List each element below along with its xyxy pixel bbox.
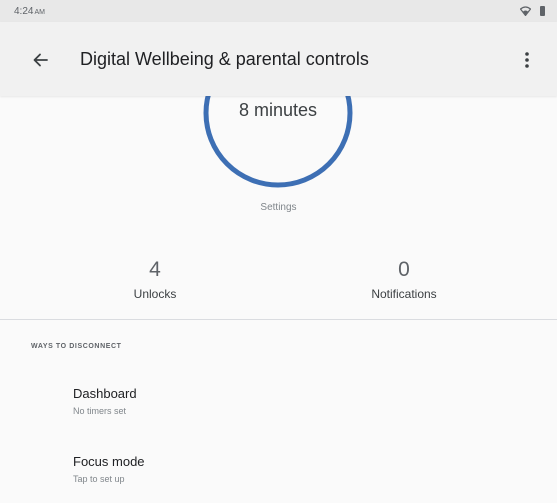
more-options-button[interactable]	[515, 46, 539, 74]
usage-time-value: 8 minutes	[238, 100, 318, 120]
dashboard-item[interactable]: Dashboard No timers set	[0, 380, 557, 430]
page-title: Digital Wellbeing & parental controls	[80, 49, 369, 69]
focus-mode-title: Focus mode	[73, 454, 145, 469]
more-vert-icon	[525, 52, 529, 68]
back-button[interactable]	[26, 46, 54, 74]
status-time-ampm: AM	[34, 8, 45, 16]
ways-to-disconnect-header: WAYS TO DISCONNECT	[31, 343, 122, 350]
unlocks-count: 4	[149, 258, 161, 281]
notifications-count: 0	[398, 258, 410, 281]
status-time-value: 4:24	[14, 5, 34, 17]
unlocks-label: Unlocks	[133, 287, 177, 301]
status-icons	[520, 6, 545, 16]
app-bar: Digital Wellbeing & parental controls	[0, 22, 557, 96]
focus-mode-subtitle: Tap to set up	[73, 474, 125, 484]
settings-link[interactable]: Settings	[0, 202, 557, 213]
status-time: 4:24AM	[14, 6, 45, 17]
status-bar: 4:24AM	[0, 0, 557, 22]
unlocks-stat[interactable]: 4 Unlocks	[55, 258, 255, 301]
dashboard-title: Dashboard	[73, 386, 137, 401]
wifi-icon	[520, 6, 531, 16]
notifications-label: Notifications	[371, 287, 437, 301]
arrow-back-icon	[33, 53, 48, 67]
focus-mode-item[interactable]: Focus mode Tap to set up	[0, 448, 557, 498]
section-divider	[0, 319, 557, 320]
battery-icon	[540, 6, 545, 16]
dashboard-subtitle: No timers set	[73, 406, 127, 416]
screen: 4:24AM Digital Wellbeing & parental cont…	[0, 0, 557, 503]
notifications-stat[interactable]: 0 Notifications	[304, 258, 504, 301]
